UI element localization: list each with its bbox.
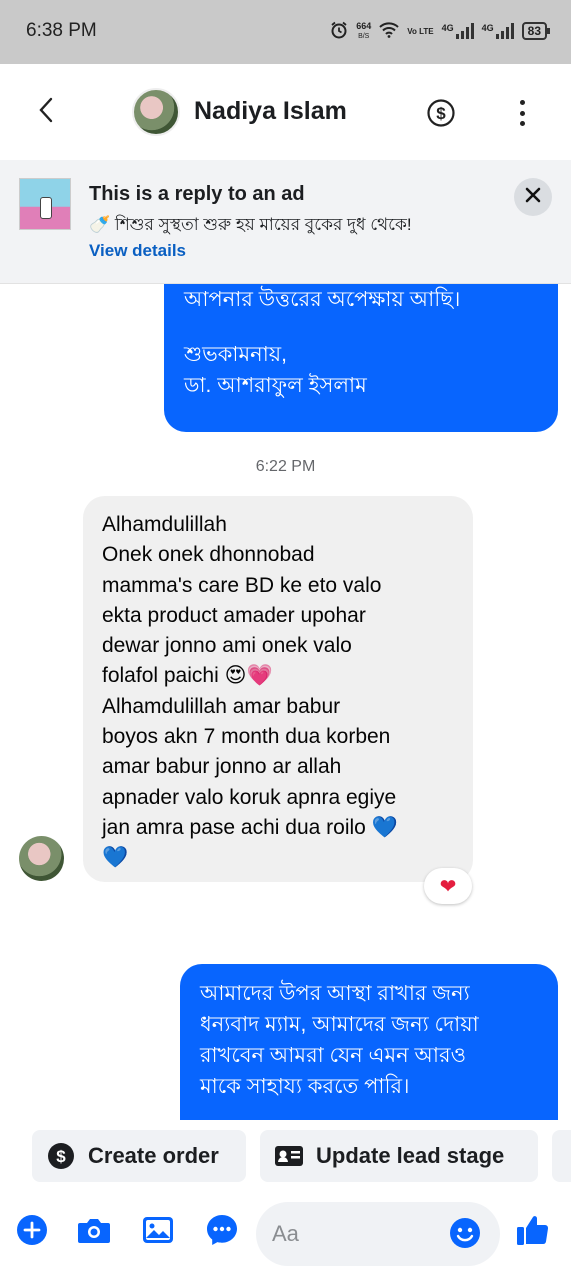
outgoing-message[interactable]: আপনার উত্তরের অপেক্ষায় আছি। শুভকামনায়,… [164, 284, 558, 432]
message-input[interactable] [272, 1218, 442, 1250]
close-ad-banner-button[interactable] [514, 178, 552, 216]
svg-text:$: $ [436, 104, 446, 123]
back-button[interactable] [28, 94, 64, 130]
ad-banner-description: 🍼 শিশুর সুস্থতা শুরু হয় মায়ের বুকের দু… [89, 215, 412, 260]
thumbs-up-icon [515, 1213, 549, 1252]
message-line: Onek onek dhonnobad [102, 543, 315, 567]
update-lead-stage-label: Update lead stage [316, 1143, 505, 1168]
signal-icon-2: 4G [482, 23, 514, 39]
gallery-icon [141, 1215, 175, 1250]
message-line: আমাদের উপর আস্থা রাখার জন্য [200, 982, 470, 1005]
contact-card-icon [274, 1141, 304, 1171]
message-line: ডা. আশরাফুল ইসলাম [184, 374, 367, 397]
status-bar: 6:38 PM 664 B/S Vo LTE 4G 4G 83 [0, 0, 571, 64]
camera-icon [76, 1215, 112, 1250]
network-speed: 664 B/S [356, 20, 372, 40]
contact-avatar[interactable] [132, 88, 180, 136]
ad-thumbnail[interactable] [19, 178, 71, 230]
heart-reaction[interactable]: ❤ [424, 868, 472, 904]
wifi-icon [379, 21, 399, 41]
status-icons: 664 B/S Vo LTE 4G 4G 83 [330, 16, 551, 46]
message-line: আপনার উত্তরের অপেক্ষায় আছি। [184, 288, 461, 311]
message-timestamp: 6:22 PM [255, 458, 316, 475]
quick-actions-bar: $ Create order Update lead stage [0, 1120, 571, 1192]
message-composer [0, 1192, 571, 1280]
incoming-message[interactable]: Alhamdulillah Onek onek dhonnobad mamma'… [83, 496, 473, 882]
message-line: boyos akn 7 month dua korben [102, 725, 391, 749]
volte-label: Vo LTE [407, 26, 434, 36]
ad-banner-title: This is a reply to an ad [89, 183, 305, 205]
outgoing-message[interactable]: আমাদের উপর আস্থা রাখার জন্য ধন্যবাদ ম্যা… [180, 964, 558, 1120]
signal-icon-1: 4G [442, 23, 474, 39]
message-input-container[interactable] [256, 1202, 500, 1266]
smile-icon [448, 1218, 482, 1254]
message-line: ধন্যবাদ ম্যাম, আমাদের জন্য দোয়া [200, 1013, 479, 1036]
chat-bubble-button[interactable] [204, 1214, 240, 1250]
message-line: Alhamdulillah [102, 513, 227, 536]
contact-name[interactable]: Nadiya Islam [194, 97, 347, 126]
battery-indicator: 83 [521, 22, 551, 40]
message-line: শুভকামনায়, [184, 343, 287, 366]
message-line: amar babur jonno ar allah [102, 755, 342, 779]
more-vertical-icon [519, 100, 525, 105]
payment-button[interactable]: $ [426, 98, 456, 128]
message-line: রাখবেন আমরা যেন এমন আরও [200, 1044, 467, 1067]
plus-icon [16, 1214, 48, 1251]
create-order-label: Create order [88, 1143, 219, 1168]
dollar-circle-icon: $ [46, 1141, 76, 1171]
more-quick-action-button[interactable] [552, 1130, 571, 1182]
message-line: dewar jonno ami onek valo [102, 634, 352, 658]
more-options-button[interactable] [510, 96, 534, 130]
conversation-header: Nadiya Islam $ [0, 64, 571, 160]
plus-button[interactable] [14, 1214, 50, 1250]
update-lead-stage-button[interactable]: Update lead stage [260, 1130, 538, 1182]
message-line: মাকে সাহায্য করতে পারি। [200, 1075, 410, 1098]
heart-icon: ❤ [439, 875, 457, 898]
like-button[interactable] [514, 1214, 550, 1250]
chevron-left-icon [38, 97, 54, 128]
create-order-button[interactable]: $ Create order [32, 1130, 246, 1182]
message-line: mamma's care BD ke eto valo [102, 573, 382, 597]
status-time: 6:38 PM [26, 20, 97, 41]
chat-bubble-icon [205, 1213, 239, 1252]
sender-avatar[interactable] [19, 836, 64, 881]
message-line: folafol paichi 😍💗 [102, 664, 273, 688]
message-line: ekta product amader upohar [102, 603, 366, 627]
alarm-icon [330, 21, 348, 42]
message-line: 💙 [102, 846, 129, 870]
dollar-circle-icon: $ [426, 99, 456, 132]
view-details-link[interactable]: View details [89, 241, 186, 260]
close-icon [525, 187, 541, 208]
message-line: apnader valo koruk apnra egiye [102, 785, 397, 809]
gallery-button[interactable] [140, 1214, 176, 1250]
camera-button[interactable] [76, 1214, 112, 1250]
emoji-button[interactable] [448, 1216, 484, 1252]
message-line: Alhamdulillah amar babur [102, 694, 341, 718]
svg-text:$: $ [56, 1147, 66, 1166]
message-line: jan amra pase achi dua roilo 💙 [102, 815, 398, 839]
